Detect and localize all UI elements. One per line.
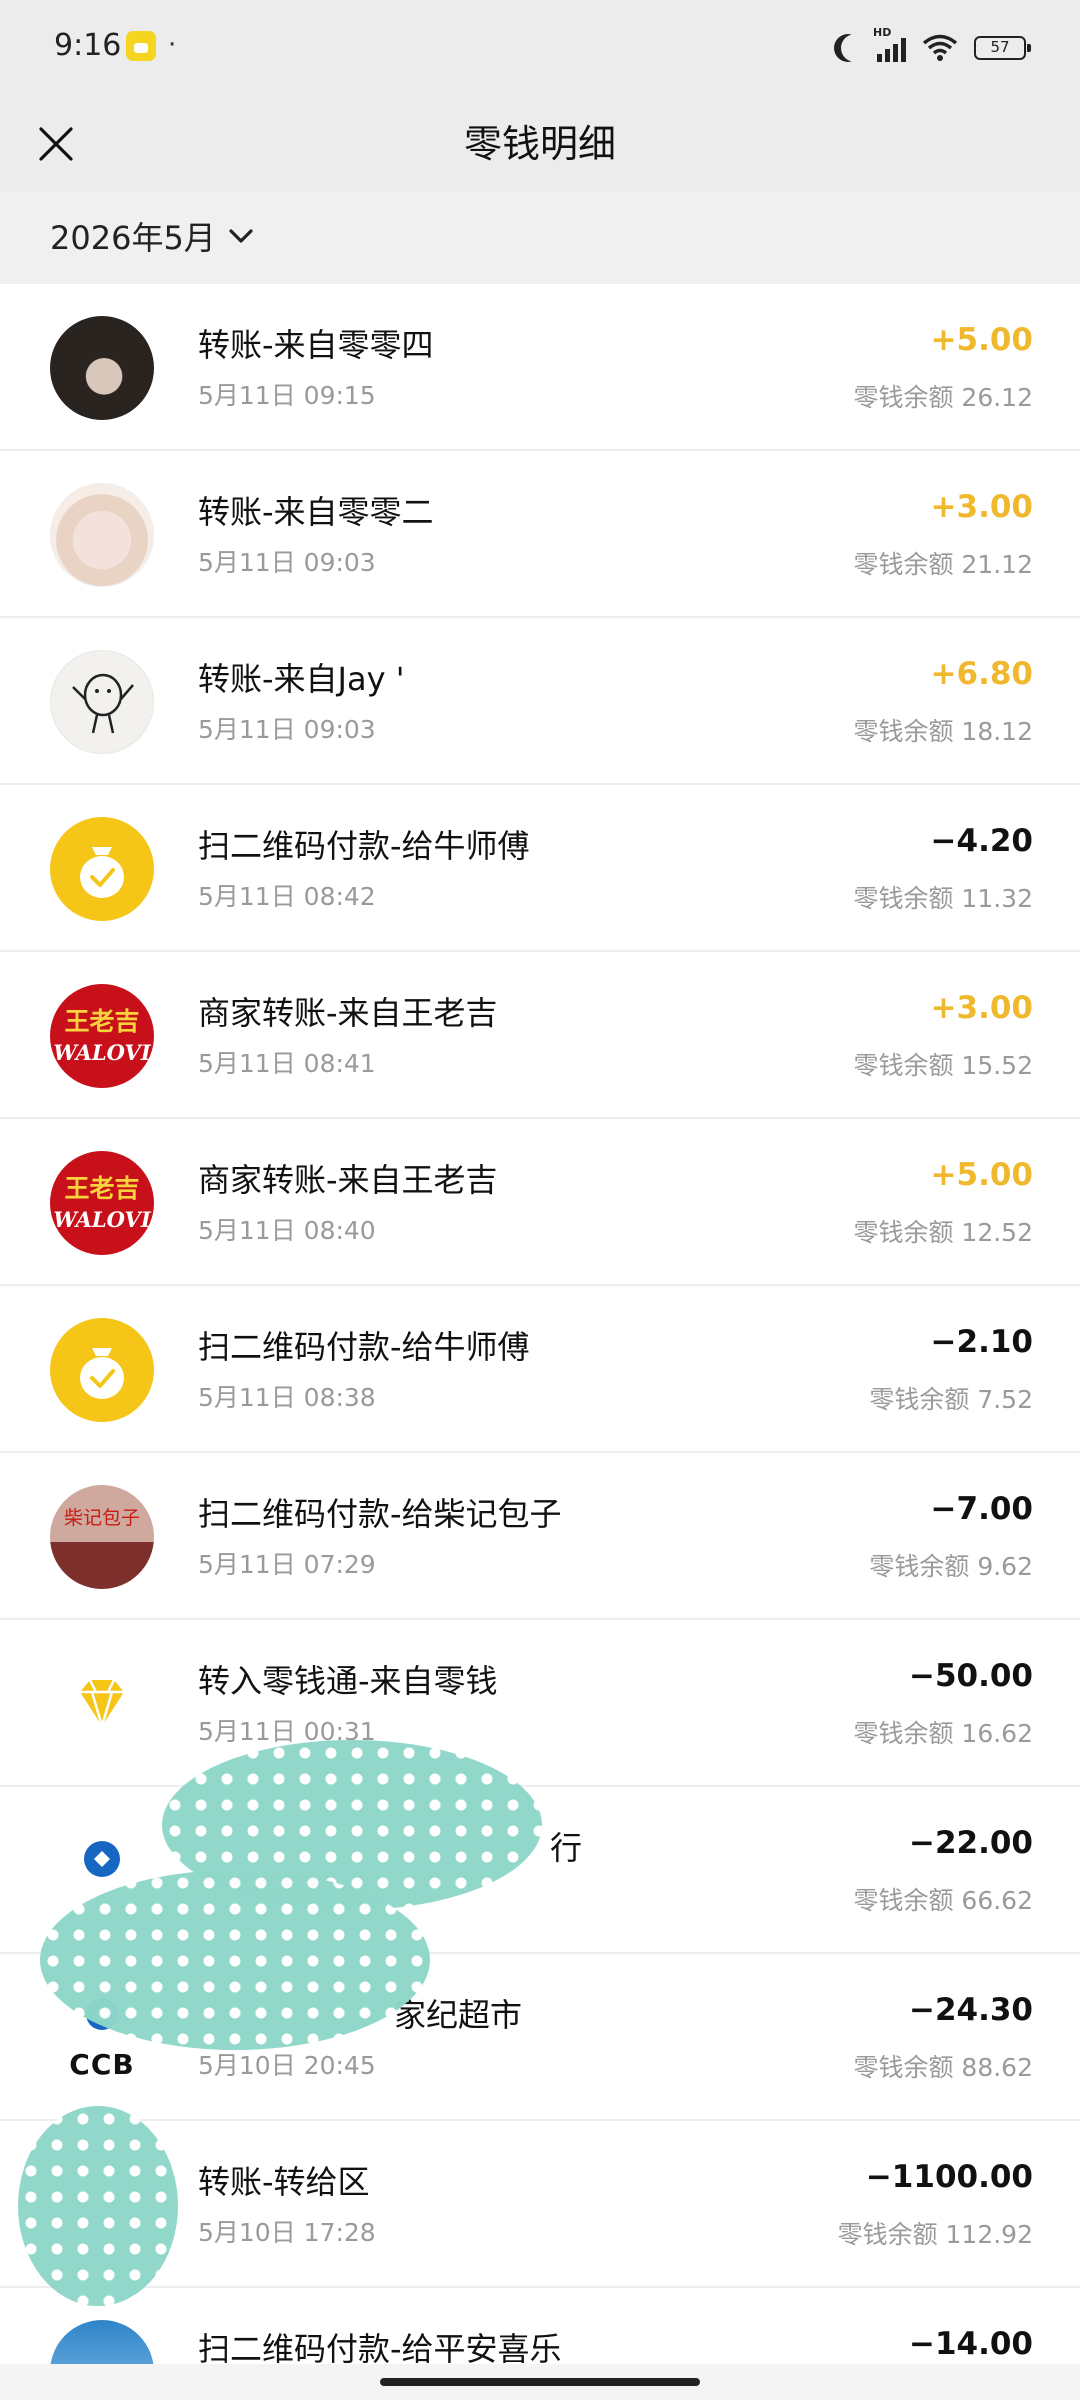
shop-photo: 柴记包子 (50, 1485, 154, 1589)
transaction-list: 转账-来自零零四 5月11日 09:15 +5.00 零钱余额 26.12 转账… (0, 284, 1080, 2400)
transaction-amount: −7.00 (930, 1491, 1033, 1527)
transaction-title: 行 (550, 1829, 583, 1867)
month-selector[interactable]: 2026年5月 (50, 206, 254, 266)
gesture-bar (0, 2364, 1080, 2400)
balance-after: 零钱余额 12.52 (853, 1218, 1033, 1247)
transaction-title: 扫二维码付款-给柴记包子 (198, 1495, 562, 1533)
balance-after: 零钱余额 66.62 (853, 1886, 1033, 1915)
page-title: 零钱明细 (463, 122, 616, 166)
transaction-time: 5月11日 07:29 (198, 1550, 376, 1579)
logo-text-en: WALOVI (53, 1207, 151, 1232)
transaction-time: 5月11日 08:42 (198, 882, 376, 911)
balance-after: 零钱余额 21.12 (853, 550, 1033, 579)
chevron-down-icon (229, 229, 253, 243)
transaction-amount: +3.00 (930, 489, 1033, 525)
hd-label: HD (873, 26, 892, 39)
transaction-title: 转账-来自零零二 (198, 493, 434, 531)
logo-text-cn: 王老吉 (64, 1007, 140, 1036)
month-filter-bar: 2026年5月 (0, 192, 1080, 284)
transaction-amount: −50.00 (908, 1658, 1033, 1694)
transaction-time: 5月11日 09:15 (198, 381, 376, 410)
wanglaoji-logo: 王老吉 WALOVI (50, 1151, 154, 1255)
home-indicator[interactable] (380, 2378, 700, 2386)
balance-after: 零钱余额 16.62 (853, 1719, 1033, 1748)
shop-sign-text: 柴记包子 (63, 1507, 140, 1529)
transaction-amount: −14.00 (908, 2326, 1033, 2362)
transaction-row[interactable]: 王老吉 WALOVI 商家转账-来自王老吉 5月11日 08:40 +5.00 … (0, 1119, 1080, 1286)
transaction-amount: −1100.00 (865, 2159, 1033, 2195)
status-time: 9:16 (54, 28, 122, 63)
balance-after: 零钱余额 88.62 (853, 2053, 1033, 2082)
privacy-redaction (18, 2106, 178, 2306)
transaction-row[interactable]: 转账-来自Jay ' 5月11日 09:03 +6.80 零钱余额 18.12 (0, 618, 1080, 785)
transaction-amount: +5.00 (930, 322, 1033, 358)
privacy-redaction (40, 1870, 430, 2050)
balance-after: 零钱余额 11.32 (853, 884, 1033, 913)
money-bag-icon (50, 1318, 154, 1422)
cellular-signal-icon: HD (873, 26, 906, 62)
transaction-time: 5月11日 08:41 (198, 1049, 376, 1078)
ccb-logo-text: CCB (69, 2048, 135, 2081)
status-bar: 9:16 · HD 57 (0, 0, 1080, 96)
balance-after: 零钱余额 26.12 (853, 383, 1033, 412)
transaction-title: 商家转账-来自王老吉 (198, 994, 498, 1032)
status-icons: HD 57 (833, 26, 1031, 66)
logo-text-cn: 王老吉 (64, 1174, 140, 1203)
transaction-amount: −4.20 (930, 823, 1033, 859)
transaction-row[interactable]: 柴记包子 扫二维码付款-给柴记包子 5月11日 07:29 −7.00 零钱余额… (0, 1453, 1080, 1620)
transaction-row[interactable]: 转账-来自零零二 5月11日 09:03 +3.00 零钱余额 21.12 (0, 451, 1080, 618)
transaction-row[interactable]: 扫二维码付款-给牛师傅 5月11日 08:38 −2.10 零钱余额 7.52 (0, 1286, 1080, 1453)
transaction-time: 5月11日 09:03 (198, 715, 376, 744)
transaction-title: 扫二维码付款-给牛师傅 (198, 827, 530, 865)
battery-icon: 57 (974, 36, 1031, 60)
transaction-time: 5月10日 17:28 (198, 2218, 376, 2247)
transaction-time: 5月10日 20:45 (198, 2051, 376, 2080)
wanglaoji-logo: 王老吉 WALOVI (50, 984, 154, 1088)
transaction-row[interactable]: 王老吉 WALOVI 商家转账-来自王老吉 5月11日 08:41 +3.00 … (0, 952, 1080, 1119)
balance-after: 零钱余额 112.92 (837, 2220, 1033, 2249)
transaction-title: 转账-来自Jay ' (198, 660, 405, 698)
balance-after: 零钱余额 15.52 (853, 1051, 1033, 1080)
transaction-amount: +5.00 (930, 1157, 1033, 1193)
status-dot: · (168, 30, 177, 60)
header: 零钱明细 (0, 96, 1080, 192)
anime-avatar (50, 483, 154, 587)
transaction-amount: +3.00 (930, 990, 1033, 1026)
diamond-icon (50, 1652, 154, 1756)
transaction-amount: −2.10 (930, 1324, 1033, 1360)
transaction-title: 商家转账-来自王老吉 (198, 1161, 498, 1199)
doodle-avatar (50, 650, 154, 754)
app-notification-icon (126, 31, 156, 61)
transaction-row[interactable]: 转入零钱通-来自零钱 5月11日 00:31 −50.00 零钱余额 16.62 (0, 1620, 1080, 1787)
balance-after: 零钱余额 18.12 (853, 717, 1033, 746)
money-bag-icon (50, 817, 154, 921)
transaction-row[interactable]: 转账-来自零零四 5月11日 09:15 +5.00 零钱余额 26.12 (0, 284, 1080, 451)
month-label: 2026年5月 (50, 219, 216, 257)
transaction-amount: −22.00 (908, 1825, 1033, 1861)
transaction-time: 5月11日 09:03 (198, 548, 376, 577)
transaction-amount: +6.80 (930, 656, 1033, 692)
transaction-amount: −24.30 (908, 1992, 1033, 2028)
transaction-title: 转账-转给区 (198, 2163, 370, 2201)
transaction-title: 转账-来自零零四 (198, 326, 434, 364)
do-not-disturb-icon (841, 34, 869, 62)
app-screen: 9:16 · HD 57 零钱明细 2026年5月 转账-来自零零四 5月11日… (0, 0, 1080, 2400)
balance-after: 零钱余额 7.52 (869, 1385, 1033, 1414)
transaction-title: 家纪超市 (394, 1996, 523, 2034)
portrait-avatar (50, 316, 154, 420)
transaction-row[interactable]: 扫二维码付款-给牛师傅 5月11日 08:42 −4.20 零钱余额 11.32 (0, 785, 1080, 952)
transaction-title: 转入零钱通-来自零钱 (198, 1662, 498, 1700)
wifi-icon (922, 34, 958, 61)
transaction-time: 5月11日 08:40 (198, 1216, 376, 1245)
transaction-time: 5月11日 08:38 (198, 1383, 376, 1412)
balance-after: 零钱余额 9.62 (869, 1552, 1033, 1581)
logo-text-en: WALOVI (53, 1040, 151, 1065)
transaction-title: 扫二维码付款-给牛师傅 (198, 1328, 530, 1366)
